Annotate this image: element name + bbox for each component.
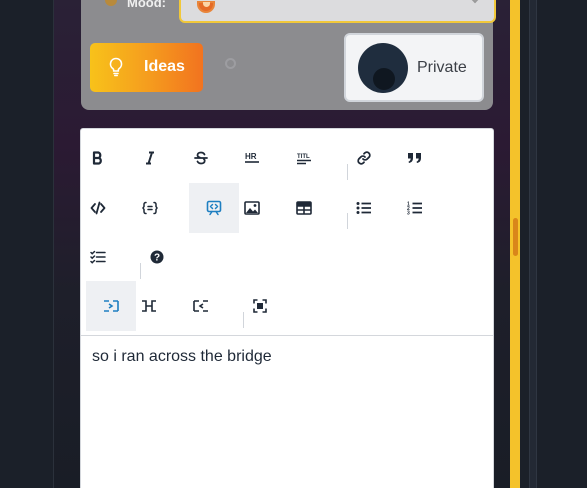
- bold-icon: [92, 151, 102, 165]
- image-button[interactable]: [227, 183, 277, 233]
- table-button[interactable]: [279, 183, 329, 233]
- toggle-track: [358, 43, 408, 93]
- bold-button[interactable]: [73, 133, 123, 183]
- help-icon: ?: [150, 250, 164, 264]
- side-by-side-right-icon: [193, 300, 208, 312]
- entry-options-panel: Mood: Ideas Private: [81, 0, 496, 110]
- svg-text:TITL: TITL: [297, 154, 310, 160]
- ideas-button-label: Ideas: [144, 58, 185, 75]
- title-button[interactable]: TITL: [279, 133, 329, 183]
- editor-toolbar: HR TITL 123 ?: [81, 129, 493, 335]
- svg-text:?: ?: [154, 253, 160, 264]
- fullscreen-button[interactable]: [235, 281, 285, 331]
- horizontal-rule-icon: HR: [245, 152, 259, 163]
- editor-content-text: so i ran across the bridge: [92, 348, 272, 365]
- image-icon: [244, 201, 260, 215]
- ideas-button[interactable]: Ideas: [90, 43, 203, 92]
- link-button[interactable]: [339, 133, 389, 183]
- code-icon: [90, 201, 106, 215]
- code-button[interactable]: [73, 183, 123, 233]
- side-by-side-button[interactable]: [124, 281, 174, 331]
- right-scrollbar-track[interactable]: [529, 0, 537, 488]
- side-by-side-left-icon: [104, 300, 119, 312]
- help-button[interactable]: ?: [132, 232, 182, 282]
- quote-button[interactable]: [390, 133, 440, 183]
- svg-text:3: 3: [407, 211, 410, 216]
- unordered-list-icon: [356, 202, 371, 214]
- horizontal-rule-button[interactable]: HR: [227, 133, 277, 183]
- strikethrough-button[interactable]: [176, 133, 226, 183]
- checklist-button[interactable]: [73, 232, 123, 282]
- quote-icon: [408, 153, 421, 163]
- scrollbar-thumb[interactable]: [513, 218, 518, 256]
- ordered-list-button[interactable]: 123: [390, 183, 440, 233]
- left-sidebar-background: [0, 0, 54, 488]
- fullscreen-icon: [253, 299, 267, 313]
- italic-button[interactable]: [125, 133, 175, 183]
- italic-icon: [146, 151, 154, 165]
- preview-icon: [206, 200, 222, 216]
- lightbulb-icon: [109, 57, 123, 77]
- unordered-list-button[interactable]: [339, 183, 389, 233]
- svg-text:HR: HR: [245, 152, 257, 161]
- code-block-button[interactable]: [125, 183, 175, 233]
- title-icon: TITL: [297, 154, 311, 165]
- chevron-down-icon: [470, 0, 480, 4]
- mood-label: Mood:: [127, 0, 166, 10]
- ordered-list-icon: 123: [407, 202, 422, 216]
- orange-smiley-icon: [197, 1, 215, 13]
- dimmed-circle-icon: [225, 58, 236, 69]
- private-toggle[interactable]: Private: [344, 33, 484, 102]
- code-block-icon: [142, 201, 158, 215]
- editor-text-area[interactable]: so i ran across the bridge: [81, 335, 493, 378]
- toggle-knob: [373, 68, 395, 90]
- side-by-side-icon: [142, 300, 156, 312]
- side-by-side-right-button[interactable]: [176, 281, 226, 331]
- mood-select[interactable]: [179, 0, 496, 23]
- table-icon: [296, 201, 312, 215]
- strikethrough-icon: [194, 151, 208, 165]
- markdown-editor: HR TITL 123 ? so i ran across the bridge: [80, 128, 494, 488]
- mood-icon: [105, 0, 117, 6]
- link-icon: [357, 151, 371, 165]
- mood-row: Mood:: [93, 0, 496, 23]
- checklist-icon: [90, 250, 106, 264]
- private-toggle-label: Private: [417, 59, 467, 76]
